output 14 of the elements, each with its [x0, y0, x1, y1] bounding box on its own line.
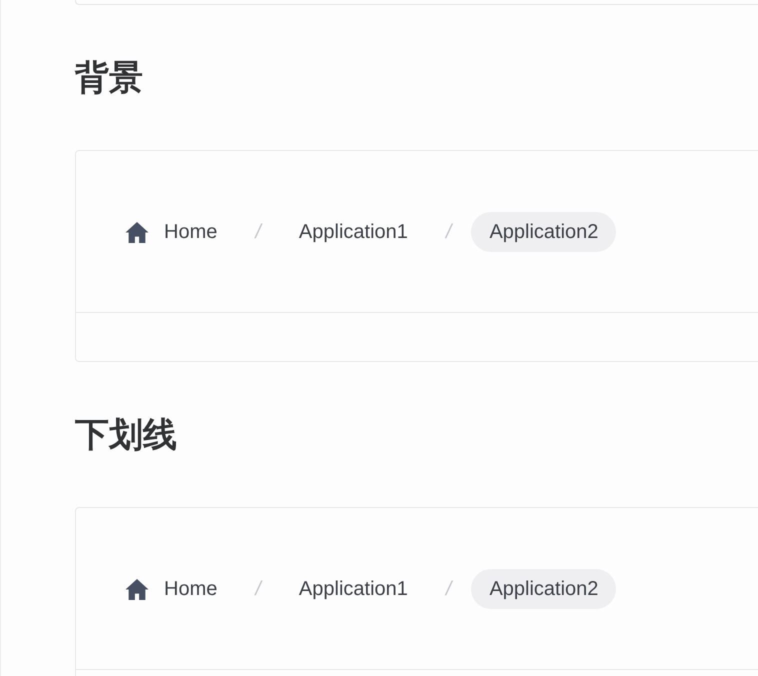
- breadcrumb-separator: /: [446, 220, 452, 244]
- breadcrumb-item[interactable]: Application2: [471, 212, 616, 252]
- home-icon: [124, 220, 150, 244]
- section-heading: 下划线: [75, 415, 178, 455]
- breadcrumb-separator: /: [446, 578, 452, 600]
- breadcrumb-item[interactable]: Application2: [471, 569, 616, 609]
- breadcrumb-separator: /: [255, 578, 261, 600]
- breadcrumb-item[interactable]: Home: [106, 569, 236, 609]
- breadcrumb-item[interactable]: Application1: [280, 569, 426, 609]
- home-icon: [124, 578, 150, 600]
- breadcrumb-item[interactable]: Home: [106, 212, 236, 252]
- breadcrumb-item[interactable]: Application1: [280, 212, 426, 252]
- breadcrumb-separator: /: [255, 220, 261, 244]
- section-heading: 背景: [75, 58, 144, 98]
